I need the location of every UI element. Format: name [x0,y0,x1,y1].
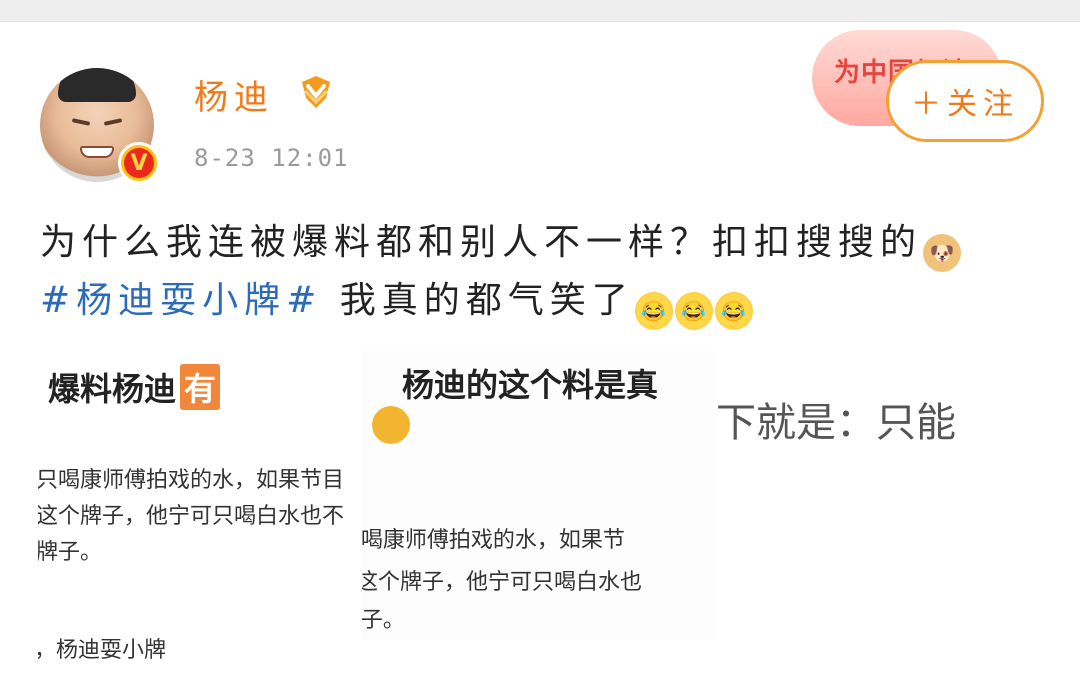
image-headline: 下就是：只能 [716,401,956,445]
image-text-line: ，杨迪耍小牌 [38,637,167,662]
avatar-hair [58,68,136,102]
post-text-line: 我真的都气笑了 [322,280,634,321]
crying-laughing-icon: 😂 [674,292,713,330]
username[interactable]: 杨迪 [194,70,274,119]
image-headline: 杨迪的这个料是真 [402,367,659,403]
image-text-line: 这个牌子，他宁可只喝白水也 [362,569,643,594]
top-bar [0,0,1080,22]
surprised-face-icon [372,406,410,444]
avatar-eye [103,118,123,126]
image-text-line: l喝康师傅拍戏的水，如果节 [362,527,625,552]
crying-laughing-icon: 😂 [634,292,673,330]
image-text-line: l子。 [362,607,405,632]
post-text: 为什么我连被爆料都和别人不一样？扣扣搜搜的 🐶 #杨迪耍小牌# 我真的都气笑了 😂 😂… [40,214,1050,330]
image-text-line: 这个牌子，他宁可只喝白水也不 [38,503,345,528]
follow-button[interactable]: ＋关注 [886,60,1044,142]
post-image-2[interactable]: 杨迪的这个料是真 l喝康师傅拍戏的水，如果节 这个牌子，他宁可只喝白水也 l子。 [362,350,714,640]
post-text-line: 为什么我连被爆料都和别人不一样？扣扣搜搜的 [40,222,923,263]
crying-laughing-icon: 😂 [714,292,753,330]
hashtag-link[interactable]: #杨迪耍小牌# [40,280,322,321]
tag-badge: 有 [180,364,221,410]
verified-v-icon: V [118,142,160,184]
image-text-line: 只喝康师傅拍戏的水，如果节目 [38,467,345,492]
post-image-1[interactable]: 爆料杨迪有 只喝康师傅拍戏的水，如果节目 这个牌子，他宁可只喝白水也不 牌子。 … [38,350,360,680]
avatar-mouth [80,146,114,158]
post-time: 8-23 12:01 [194,144,349,172]
image-headline: 爆料杨迪有 [48,364,221,410]
image-text-line: 牌子。 [38,539,103,564]
avatar-eye [71,118,91,126]
post-image-3[interactable]: 下就是：只能 [714,350,1044,600]
doge-icon: 🐶 [923,234,962,272]
vip-badge-icon [302,76,330,108]
